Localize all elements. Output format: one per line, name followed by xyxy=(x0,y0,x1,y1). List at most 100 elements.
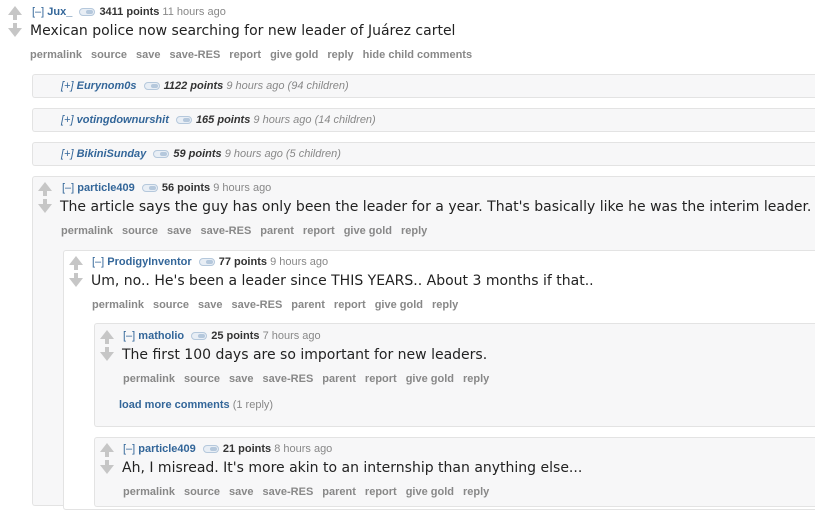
comment-points: 1122 points xyxy=(163,80,224,92)
save-button[interactable]: save xyxy=(167,225,191,237)
permalink-button[interactable]: permalink xyxy=(30,49,82,61)
expand-toggle[interactable]: [+] xyxy=(61,114,74,126)
parent-button[interactable]: parent xyxy=(291,299,325,311)
report-button[interactable]: report xyxy=(334,299,366,311)
permalink-button[interactable]: permalink xyxy=(123,486,175,498)
comment-time: 8 hours ago xyxy=(274,443,333,455)
downvote-icon[interactable] xyxy=(69,278,83,287)
reply-button[interactable]: reply xyxy=(401,225,427,237)
comment-points: 59 points xyxy=(173,148,222,160)
comment-author[interactable]: BikiniSunday xyxy=(77,148,147,160)
parent-button[interactable]: parent xyxy=(260,225,294,237)
upvote-icon[interactable] xyxy=(38,182,52,191)
comment-tagline: [–] particle409 56 points 9 hours ago xyxy=(62,182,271,194)
comment-body: Ah, I misread. It's more akin to an inte… xyxy=(122,460,583,476)
comment-author[interactable]: matholio xyxy=(138,330,184,342)
upvote-icon[interactable] xyxy=(69,256,83,265)
reply-button[interactable]: reply xyxy=(463,373,489,385)
reply-button[interactable]: reply xyxy=(463,486,489,498)
permalink-button[interactable]: permalink xyxy=(61,225,113,237)
source-button[interactable]: source xyxy=(91,49,127,61)
comment-body: Mexican police now searching for new lea… xyxy=(30,23,456,39)
downvote-stem xyxy=(43,199,47,204)
comment-points: 3411 points xyxy=(99,6,160,18)
res-toggle-icon[interactable] xyxy=(175,115,192,124)
comment-tagline: [+] votingdownurshit 165 points 9 hours … xyxy=(61,114,376,126)
reply-button[interactable]: reply xyxy=(327,49,353,61)
comment-author[interactable]: Jux_ xyxy=(47,6,72,18)
comment-points: 21 points xyxy=(222,443,272,455)
save-res-button[interactable]: save-RES xyxy=(232,299,283,311)
give-gold-button[interactable]: give gold xyxy=(375,299,423,311)
res-toggle-icon[interactable] xyxy=(153,149,170,158)
res-toggle-icon[interactable] xyxy=(202,444,219,453)
downvote-icon[interactable] xyxy=(100,465,114,474)
report-button[interactable]: report xyxy=(303,225,335,237)
comment-body: The article says the guy has only been t… xyxy=(60,199,812,215)
parent-button[interactable]: parent xyxy=(322,486,356,498)
source-button[interactable]: source xyxy=(184,373,220,385)
upvote-icon[interactable] xyxy=(100,443,114,452)
save-res-button[interactable]: save-RES xyxy=(170,49,221,61)
comment-time: 9 hours ago xyxy=(213,182,272,194)
children-count: (94 children) xyxy=(287,80,349,92)
save-button[interactable]: save xyxy=(198,299,222,311)
comment-tagline: [–] matholio 25 points 7 hours ago xyxy=(123,330,321,342)
report-button[interactable]: report xyxy=(365,373,397,385)
give-gold-button[interactable]: give gold xyxy=(344,225,392,237)
comment-time: 7 hours ago xyxy=(262,330,321,342)
expand-toggle[interactable]: [+] xyxy=(61,80,74,92)
upvote-stem xyxy=(105,339,109,344)
downvote-stem xyxy=(74,273,78,278)
give-gold-button[interactable]: give gold xyxy=(270,49,318,61)
collapse-toggle[interactable]: [–] xyxy=(92,256,104,268)
load-more-comments-link[interactable]: load more comments xyxy=(119,399,230,411)
collapse-toggle[interactable]: [–] xyxy=(123,330,135,342)
comment-tagline: [–] Jux_ 3411 points 11 hours ago xyxy=(32,6,226,18)
save-res-button[interactable]: save-RES xyxy=(263,486,314,498)
parent-button[interactable]: parent xyxy=(322,373,356,385)
comment-points: 165 points xyxy=(195,114,251,126)
source-button[interactable]: source xyxy=(184,486,220,498)
report-button[interactable]: report xyxy=(229,49,261,61)
expand-toggle[interactable]: [+] xyxy=(61,148,74,160)
res-toggle-icon[interactable] xyxy=(191,331,208,340)
collapse-toggle[interactable]: [–] xyxy=(123,443,135,455)
report-button[interactable]: report xyxy=(365,486,397,498)
comment-tagline: [+] BikiniSunday 59 points 9 hours ago (… xyxy=(61,148,341,160)
save-res-button[interactable]: save-RES xyxy=(263,373,314,385)
upvote-icon[interactable] xyxy=(8,6,22,15)
children-count: (14 children) xyxy=(314,114,376,126)
save-button[interactable]: save xyxy=(136,49,160,61)
collapse-toggle[interactable]: [–] xyxy=(62,182,74,194)
give-gold-button[interactable]: give gold xyxy=(406,486,454,498)
source-button[interactable]: source xyxy=(122,225,158,237)
collapse-toggle[interactable]: [–] xyxy=(32,6,44,18)
give-gold-button[interactable]: give gold xyxy=(406,373,454,385)
res-toggle-icon[interactable] xyxy=(141,183,158,192)
res-toggle-icon[interactable] xyxy=(198,257,215,266)
hide-child-comments-button[interactable]: hide child comments xyxy=(363,49,472,61)
downvote-icon[interactable] xyxy=(8,28,22,37)
comment-author[interactable]: votingdownurshit xyxy=(77,114,169,126)
save-res-button[interactable]: save-RES xyxy=(201,225,252,237)
comment-author[interactable]: Eurynom0s xyxy=(77,80,137,92)
upvote-icon[interactable] xyxy=(100,330,114,339)
save-button[interactable]: save xyxy=(229,373,253,385)
comment-body: The first 100 days are so important for … xyxy=(122,347,488,363)
comment-author[interactable]: ProdigyInventor xyxy=(107,256,191,268)
source-button[interactable]: source xyxy=(153,299,189,311)
comment-time: 9 hours ago xyxy=(226,80,285,92)
comment-author[interactable]: particle409 xyxy=(138,443,195,455)
downvote-icon[interactable] xyxy=(100,352,114,361)
comment-author[interactable]: particle409 xyxy=(77,182,134,194)
downvote-stem xyxy=(105,460,109,465)
save-button[interactable]: save xyxy=(229,486,253,498)
permalink-button[interactable]: permalink xyxy=(123,373,175,385)
res-toggle-icon[interactable] xyxy=(79,7,96,16)
comment-time: 9 hours ago xyxy=(253,114,312,126)
reply-button[interactable]: reply xyxy=(432,299,458,311)
permalink-button[interactable]: permalink xyxy=(92,299,144,311)
downvote-icon[interactable] xyxy=(38,204,52,213)
res-toggle-icon[interactable] xyxy=(143,81,160,90)
